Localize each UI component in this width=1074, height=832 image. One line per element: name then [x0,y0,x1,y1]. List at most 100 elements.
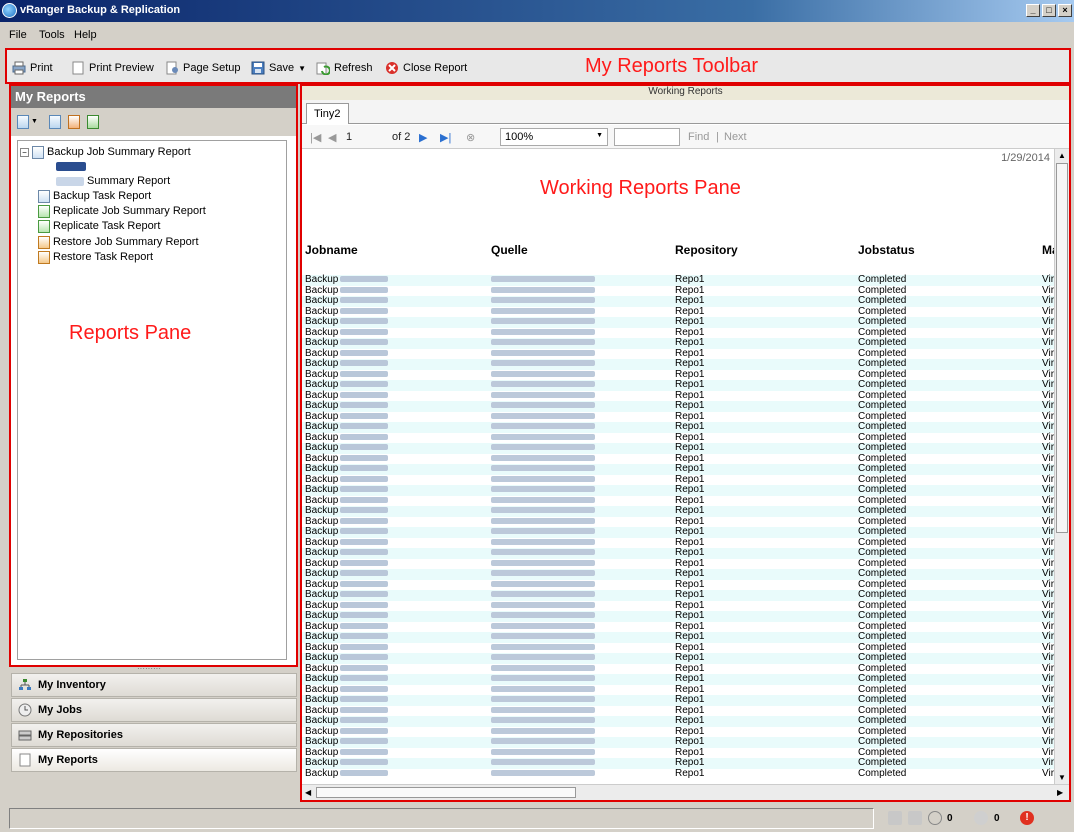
scroll-thumb[interactable] [1056,163,1068,533]
blurred-text [340,622,389,629]
nav-my-reports[interactable]: My Reports [11,748,297,772]
cell-repository: Repo1 [675,358,705,369]
tree-item-summary-report[interactable]: Summary Report [56,174,170,188]
find-link[interactable]: Find [688,131,709,143]
next-link[interactable]: Next [724,131,747,143]
stop-icon[interactable]: ⊗ [466,131,475,144]
blurred-text [491,517,595,524]
blurred-text [491,696,595,703]
chevron-down-icon: ▼ [596,132,603,139]
tree-item-selected[interactable] [56,159,86,173]
scroll-down-icon[interactable]: ▼ [1058,773,1066,782]
cell-quelle [491,443,595,454]
previous-page-icon[interactable]: ◀ [328,131,336,144]
alert-icon[interactable]: ! [1020,811,1034,825]
wrench-icon[interactable] [888,811,902,825]
nav-my-jobs[interactable]: My Jobs [11,698,297,722]
tree-item-backup-job-summary[interactable]: − Backup Job Summary Report [20,145,191,159]
table-row: Backup Repo1 Completed Virtu [302,295,1054,307]
cell-quelle [491,401,595,412]
tree-item-restore-task[interactable]: Restore Task Report [38,250,153,264]
cell-ma: Virtu [1042,673,1054,684]
close-window-button[interactable]: × [1058,4,1072,17]
refresh-button[interactable]: Refresh [316,59,373,77]
working-pane-callout: Working Reports Pane [540,177,741,199]
tree-item-restore-job-summary[interactable]: Restore Job Summary Report [38,235,199,249]
next-page-icon[interactable]: ▶ [419,131,427,144]
jobname-text: Backup [305,725,339,737]
run-report-icon[interactable] [87,115,99,129]
tab-tiny2[interactable]: Tiny2 [306,103,349,124]
new-report-icon[interactable] [17,115,29,129]
blurred-text [340,517,389,524]
cell-quelle [491,349,595,360]
disk-icon[interactable] [908,811,922,825]
close-icon [385,61,399,75]
nav-my-inventory[interactable]: My Inventory [11,673,297,697]
menu-help[interactable]: Help [74,29,97,41]
cell-quelle [491,527,595,538]
jobname-text: Backup [305,757,339,768]
current-page-input[interactable]: 1 [346,131,352,143]
blurred-text [340,685,389,692]
splitter-grip[interactable]: ········· [137,664,161,673]
blurred-text [340,675,389,682]
first-page-icon[interactable]: |◀ [310,131,321,144]
jobname-text: Backup [305,631,339,642]
tree-item-replicate-job-summary[interactable]: Replicate Job Summary Report [38,204,206,218]
cell-repository: Repo1 [675,316,705,327]
blurred-text [491,591,595,598]
print-preview-button[interactable]: Print Preview [71,59,154,77]
minimize-button[interactable]: _ [1026,4,1040,17]
zoom-select[interactable]: 100% ▼ [500,128,608,146]
maximize-button[interactable]: □ [1042,4,1056,17]
nav-label: My Repositories [38,729,123,741]
print-label: Print [30,62,53,74]
blurred-text [340,727,389,734]
cell-ma: Virtu [1042,631,1054,642]
table-row: Backup Repo1 Completed Virtu [302,316,1054,328]
horizontal-scrollbar[interactable]: ◀ ▶ [302,784,1069,800]
cell-repository: Repo1 [675,673,705,684]
zoom-value: 100% [505,131,534,143]
tree-item-backup-task[interactable]: Backup Task Report [38,189,151,203]
scroll-right-icon[interactable]: ▶ [1057,788,1063,797]
tree-item-replicate-task[interactable]: Replicate Task Report [38,219,160,233]
scroll-left-icon[interactable]: ◀ [305,788,311,797]
delete-report-icon[interactable] [68,115,80,129]
tree-item-label: Restore Job Summary Report [53,236,199,248]
page-setup-button[interactable]: Page Setup [165,59,241,77]
cell-ma: Virtu [1042,715,1054,726]
collapse-icon[interactable]: − [20,147,29,157]
jobname-text: Backup [305,347,339,359]
cell-quelle [491,716,595,727]
cell-quelle [491,485,595,496]
cell-repository: Repo1 [675,442,705,453]
blurred-text [340,486,389,493]
nav-label: My Reports [38,754,98,766]
dropdown-arrow-icon[interactable]: ▼ [31,118,38,125]
scroll-up-icon[interactable]: ▲ [1058,151,1066,160]
table-row: Backup Repo1 Completed Virtu [302,547,1054,559]
clock-icon[interactable] [928,811,942,825]
jobname-text: Backup [305,337,339,348]
nav-my-repositories[interactable]: My Repositories [11,723,297,747]
jobname-text: Backup [305,547,339,558]
gear-icon[interactable] [974,811,988,825]
close-report-button[interactable]: Close Report [385,59,467,77]
menu-tools[interactable]: Tools [39,29,65,41]
cell-ma: Virtu [1042,589,1054,600]
cell-quelle [491,758,595,769]
blurred-text [340,559,389,566]
report-tabs: Tiny2 [302,100,1069,124]
scroll-thumb[interactable] [316,787,576,798]
vertical-scrollbar[interactable]: ▲ ▼ [1054,149,1069,784]
cell-ma: Virtu [1042,379,1054,390]
print-button[interactable]: Print [12,59,53,77]
last-page-icon[interactable]: ▶| [440,131,451,144]
menu-file[interactable]: File [9,29,27,41]
find-input[interactable] [614,128,680,146]
cell-jobstatus: Completed [858,694,907,705]
save-button[interactable]: Save ▼ [251,59,306,77]
edit-report-icon[interactable] [49,115,61,129]
